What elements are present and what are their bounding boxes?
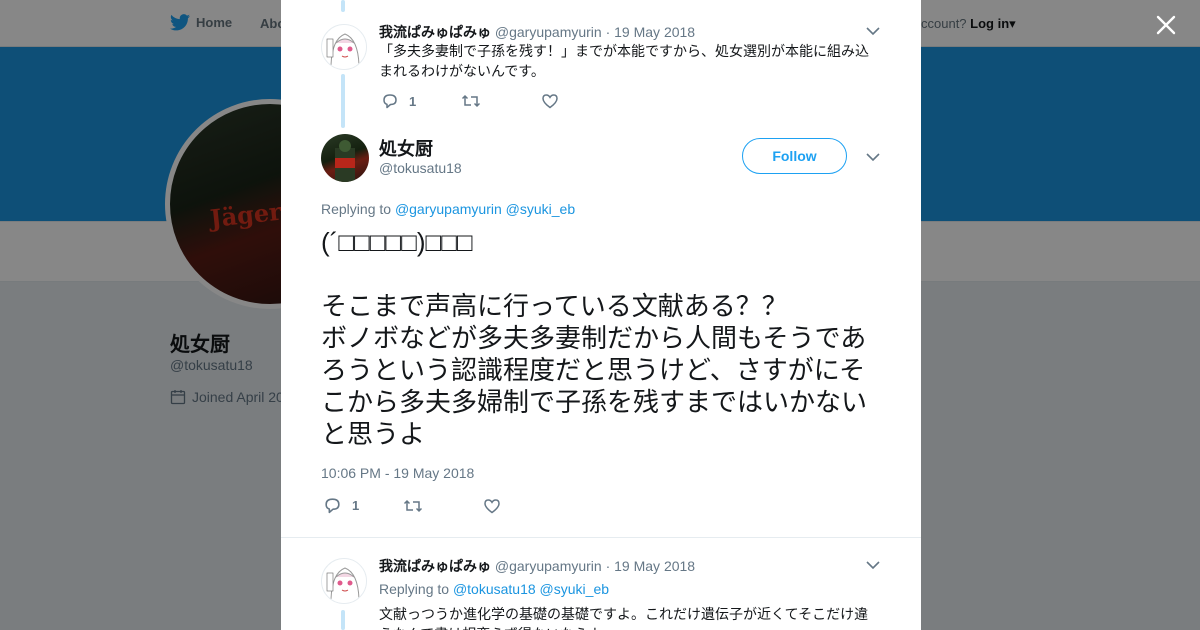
reply-tweet-header: 我流ぱみゅぱみゅ @garyupamyurin · 19 May 2018 [379, 556, 695, 576]
anime-avatar-icon [322, 559, 366, 603]
tweet-text: 「多夫多妻制で子孫を残す！」までが本能ですから、処女選別が本能に組み込まれるわけ… [379, 43, 869, 79]
thread-line [341, 74, 345, 128]
thread-line [341, 610, 345, 630]
reply-tweet-text: 文献っつうか進化学の基礎の基礎ですよ。これだけ遺伝子が近くてそこだけ違うなんて書… [379, 606, 869, 630]
main-author-handle[interactable]: @tokusatu18 [379, 160, 462, 176]
retweet-icon [403, 499, 423, 512]
mention-link[interactable]: @syuki_eb [540, 581, 609, 597]
reply-count: 1 [409, 93, 417, 109]
reply-icon [383, 94, 397, 109]
reply-count: 1 [352, 498, 360, 513]
like-button[interactable] [483, 497, 501, 515]
replying-to-label: Replying to [379, 581, 450, 597]
replying-to: Replying to @garyupamyurin @syuki_eb [321, 201, 575, 217]
bottle-avatar-icon [335, 140, 355, 182]
mention-link[interactable]: @tokusatu18 [453, 581, 536, 597]
main-tweet-timestamp[interactable]: 10:06 PM - 19 May 2018 [321, 465, 474, 481]
main-tweet-text: (´□□□□□)□□□ そこまで声高に行っている文献ある？？ ボノボなどが多夫多… [321, 227, 868, 449]
reply-replying-to: Replying to @tokusatu18 @syuki_eb [379, 581, 609, 597]
author-name[interactable]: 我流ぱみゅぱみゅ [379, 24, 491, 40]
tweet-date[interactable]: · 19 May 2018 [606, 24, 696, 40]
close-icon [1156, 15, 1176, 35]
like-icon [484, 498, 500, 513]
like-icon [542, 94, 558, 109]
reply-author-avatar[interactable] [321, 558, 367, 604]
tweet-modal: 我流ぱみゅぱみゅ @garyupamyurin · 19 May 2018 「多… [281, 0, 921, 630]
reply-button[interactable]: 1 [323, 496, 403, 515]
follow-button[interactable]: Follow [742, 138, 847, 174]
reply-author-handle[interactable]: @garyupamyurin [495, 558, 602, 574]
replying-to-label: Replying to [321, 201, 392, 217]
tweet-header: 我流ぱみゅぱみゅ @garyupamyurin · 19 May 2018 [379, 22, 695, 42]
retweet-button[interactable] [403, 497, 483, 515]
retweet-icon [461, 94, 481, 108]
main-author-avatar[interactable] [321, 134, 369, 182]
caret-down-icon[interactable] [866, 152, 880, 162]
mention-link[interactable]: @syuki_eb [506, 201, 575, 217]
mention-link[interactable]: @garyupamyurin [395, 201, 502, 217]
caret-down-icon[interactable] [866, 560, 880, 570]
author-handle[interactable]: @garyupamyurin [495, 24, 602, 40]
author-avatar[interactable] [321, 24, 367, 70]
tweet-actions: 1 [381, 92, 559, 110]
reply-icon [325, 498, 340, 514]
reply-author-name[interactable]: 我流ぱみゅぱみゅ [379, 558, 491, 574]
retweet-button[interactable] [461, 92, 541, 110]
main-tweet-actions: 1 [323, 496, 501, 515]
like-button[interactable] [541, 92, 559, 110]
main-author-name[interactable]: 処女厨 [379, 135, 433, 161]
caret-down-icon[interactable] [866, 26, 880, 36]
reply-button[interactable]: 1 [381, 92, 461, 110]
anime-avatar-icon [322, 25, 366, 69]
tweet-divider [281, 537, 921, 538]
close-button[interactable] [1152, 11, 1180, 39]
thread-line [341, 0, 345, 12]
reply-tweet-date[interactable]: · 19 May 2018 [606, 558, 696, 574]
